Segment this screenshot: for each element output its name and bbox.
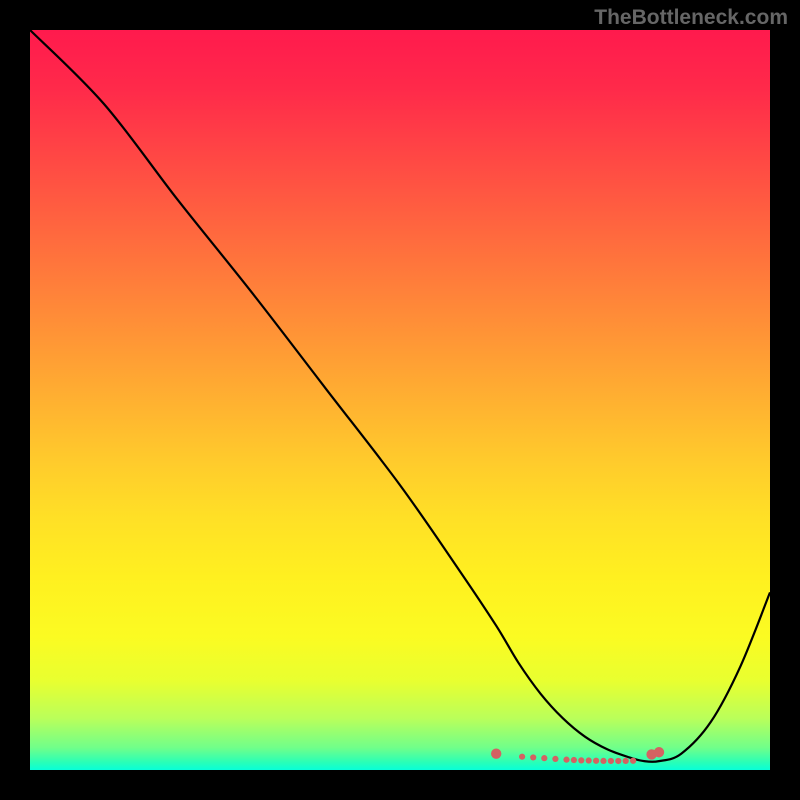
bottleneck-curve-svg [30, 30, 770, 770]
optimal-marker [593, 758, 599, 764]
optimal-marker [571, 757, 577, 763]
optimal-marker [623, 758, 629, 764]
optimal-marker [578, 757, 584, 763]
watermark-text: TheBottleneck.com [594, 6, 788, 30]
optimal-marker [586, 757, 592, 763]
optimal-marker [600, 758, 606, 764]
optimal-marker [615, 758, 621, 764]
optimal-marker [552, 756, 558, 762]
optimal-marker [608, 758, 614, 764]
chart-plot-area [30, 30, 770, 770]
optimal-marker [541, 755, 547, 761]
optimal-marker [519, 754, 525, 760]
optimal-marker [563, 757, 569, 763]
optimal-range-markers [491, 747, 664, 764]
optimal-marker [654, 747, 664, 757]
optimal-marker [530, 754, 536, 760]
optimal-marker [630, 758, 636, 764]
optimal-marker [491, 749, 501, 759]
bottleneck-curve-line [30, 30, 770, 762]
